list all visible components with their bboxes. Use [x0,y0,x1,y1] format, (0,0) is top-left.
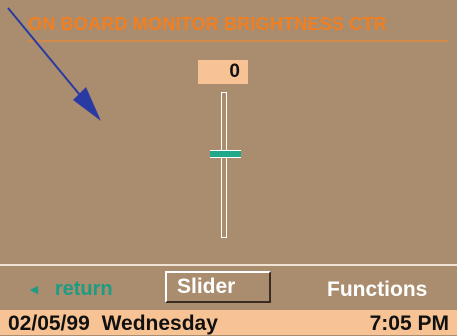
brightness-value: 0 [198,60,248,84]
return-label: return [54,277,113,300]
day-text: Wednesday [101,312,218,335]
title-divider [28,40,448,42]
brightness-slider-thumb[interactable] [210,151,241,157]
slider-button[interactable]: Slider [165,271,271,303]
return-button[interactable]: ◄ return [27,277,113,300]
status-time: 7:05 PM [369,312,449,335]
date-text: 02/05/99 [8,312,90,335]
functions-button[interactable]: Functions [327,278,427,302]
screen-title: ON BOARD MONITOR BRIGHTNESS CTR [28,14,387,34]
brightness-slider-track[interactable] [221,92,227,238]
status-date: 02/05/99 Wednesday [8,312,218,336]
left-triangle-icon: ◄ [27,281,41,297]
